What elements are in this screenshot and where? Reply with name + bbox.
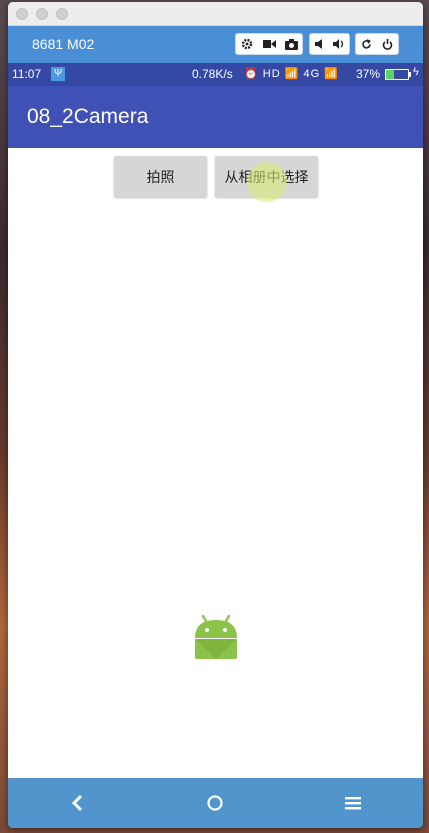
- clock: 11:07: [12, 67, 42, 81]
- rotate-icon[interactable]: [356, 34, 377, 54]
- main-content: 拍照 从相册中选择: [8, 148, 423, 778]
- status-indicators: ⏰ HD 📶 4G 📶: [244, 68, 339, 80]
- back-icon[interactable]: [66, 792, 88, 814]
- emulator-window: 8681 M02 11:07 Ψ 0.78K/s ⏰ HD 📶 4G 📶 37%…: [8, 2, 423, 828]
- usb-icon: Ψ: [51, 67, 65, 81]
- device-name: 8681 M02: [32, 36, 95, 52]
- power-icon[interactable]: [377, 34, 398, 54]
- touch-indicator: [247, 162, 287, 202]
- battery-percent: 37%: [356, 67, 381, 81]
- capture-controls: [235, 33, 303, 55]
- volume-controls: [309, 33, 350, 55]
- maximize-window-button[interactable]: [56, 8, 68, 20]
- volume-up-icon[interactable]: [330, 34, 350, 54]
- android-icon: [195, 614, 237, 659]
- battery-fill: [386, 70, 395, 79]
- android-nav-bar: [8, 778, 423, 828]
- video-icon[interactable]: [258, 34, 280, 54]
- charging-icon: ϟ: [413, 66, 419, 78]
- battery-tip: [409, 72, 411, 77]
- settings-icon[interactable]: [236, 34, 258, 54]
- app-bar: 08_2Camera: [8, 86, 423, 148]
- camera-icon[interactable]: [280, 34, 302, 54]
- menu-icon[interactable]: [342, 792, 364, 814]
- network-speed: 0.78K/s: [192, 67, 233, 81]
- volume-down-icon[interactable]: [310, 34, 330, 54]
- battery-icon: [385, 69, 409, 80]
- minimize-window-button[interactable]: [36, 8, 48, 20]
- take-photo-button[interactable]: 拍照: [114, 156, 207, 197]
- android-status-bar: 11:07 Ψ 0.78K/s ⏰ HD 📶 4G 📶 37% ϟ: [8, 63, 423, 86]
- device-toolbar: 8681 M02: [8, 26, 423, 63]
- window-titlebar: [8, 2, 423, 26]
- app-title: 08_2Camera: [27, 105, 149, 128]
- home-icon[interactable]: [204, 792, 226, 814]
- close-window-button[interactable]: [16, 8, 28, 20]
- power-controls: [355, 33, 399, 55]
